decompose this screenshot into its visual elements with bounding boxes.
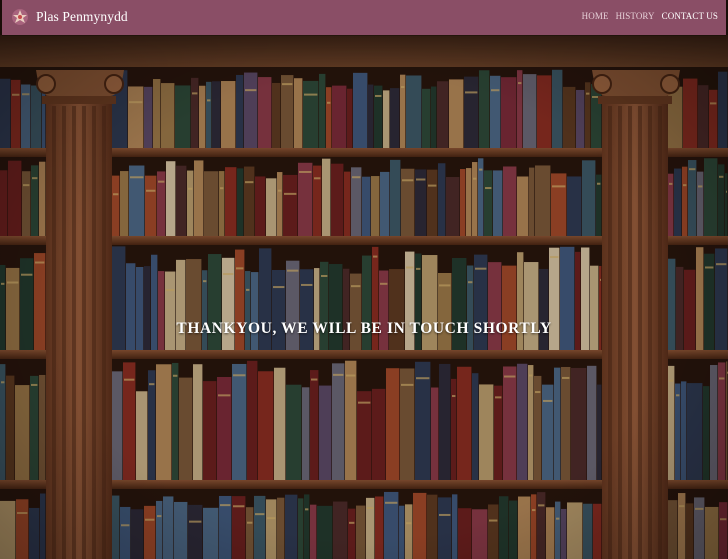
crest-icon [12, 9, 28, 25]
bookshelf-image [0, 0, 728, 559]
nav-history[interactable]: HISTORY [616, 11, 655, 21]
main-nav: HOME HISTORY CONTACT US [575, 11, 718, 21]
top-navbar: Plas Penmynydd HOME HISTORY CONTACT US [2, 0, 726, 35]
confirmation-message: THANKYOU, WE WILL BE IN TOUCH SHORTLY [176, 320, 552, 337]
nav-contact-us[interactable]: CONTACT US [662, 11, 718, 21]
brand-name: Plas Penmynydd [36, 9, 128, 24]
brand[interactable]: Plas Penmynydd [11, 6, 128, 28]
hero-background [0, 0, 728, 559]
nav-home[interactable]: HOME [582, 11, 609, 21]
page: Plas Penmynydd HOME HISTORY CONTACT US T… [0, 0, 728, 559]
